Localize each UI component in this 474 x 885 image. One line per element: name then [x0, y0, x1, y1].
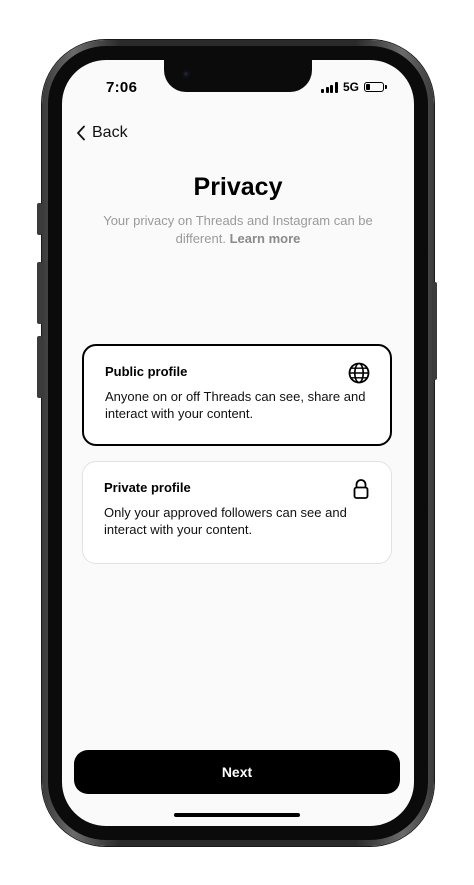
lock-icon — [353, 479, 369, 499]
side-button-volume-down — [37, 336, 42, 398]
side-button-power — [432, 282, 437, 380]
battery-icon — [364, 82, 387, 92]
signal-icon — [321, 81, 338, 93]
home-indicator[interactable] — [174, 813, 300, 817]
side-button-silent — [37, 203, 42, 235]
option-description: Anyone on or off Threads can see, share … — [105, 389, 366, 421]
status-indicators: 5G — [321, 80, 387, 94]
app-screen: 7:06 5G Back Privacy Your privacy on Thr… — [62, 60, 414, 826]
option-description: Only your approved followers can see and… — [104, 505, 347, 537]
status-time: 7:06 — [106, 79, 138, 96]
option-title: Private profile — [104, 480, 191, 495]
network-type: 5G — [342, 80, 359, 94]
chevron-left-icon — [77, 125, 85, 141]
side-button-volume-up — [37, 262, 42, 324]
back-label: Back — [92, 124, 128, 141]
option-title: Public profile — [105, 364, 188, 379]
globe-icon — [348, 362, 370, 384]
private-profile-option[interactable]: Private profile Only your approved follo… — [82, 461, 392, 564]
notch — [164, 60, 312, 92]
next-button[interactable]: Next — [74, 750, 400, 794]
learn-more-link[interactable]: Learn more — [230, 231, 301, 246]
back-button[interactable]: Back — [76, 124, 128, 142]
public-profile-option[interactable]: Public profile Anyone on or off Threads … — [82, 344, 392, 446]
page-subtitle: Your privacy on Threads and Instagram ca… — [92, 212, 384, 248]
page-title: Privacy — [193, 173, 283, 201]
front-camera — [182, 70, 190, 78]
battery-level — [366, 84, 370, 90]
